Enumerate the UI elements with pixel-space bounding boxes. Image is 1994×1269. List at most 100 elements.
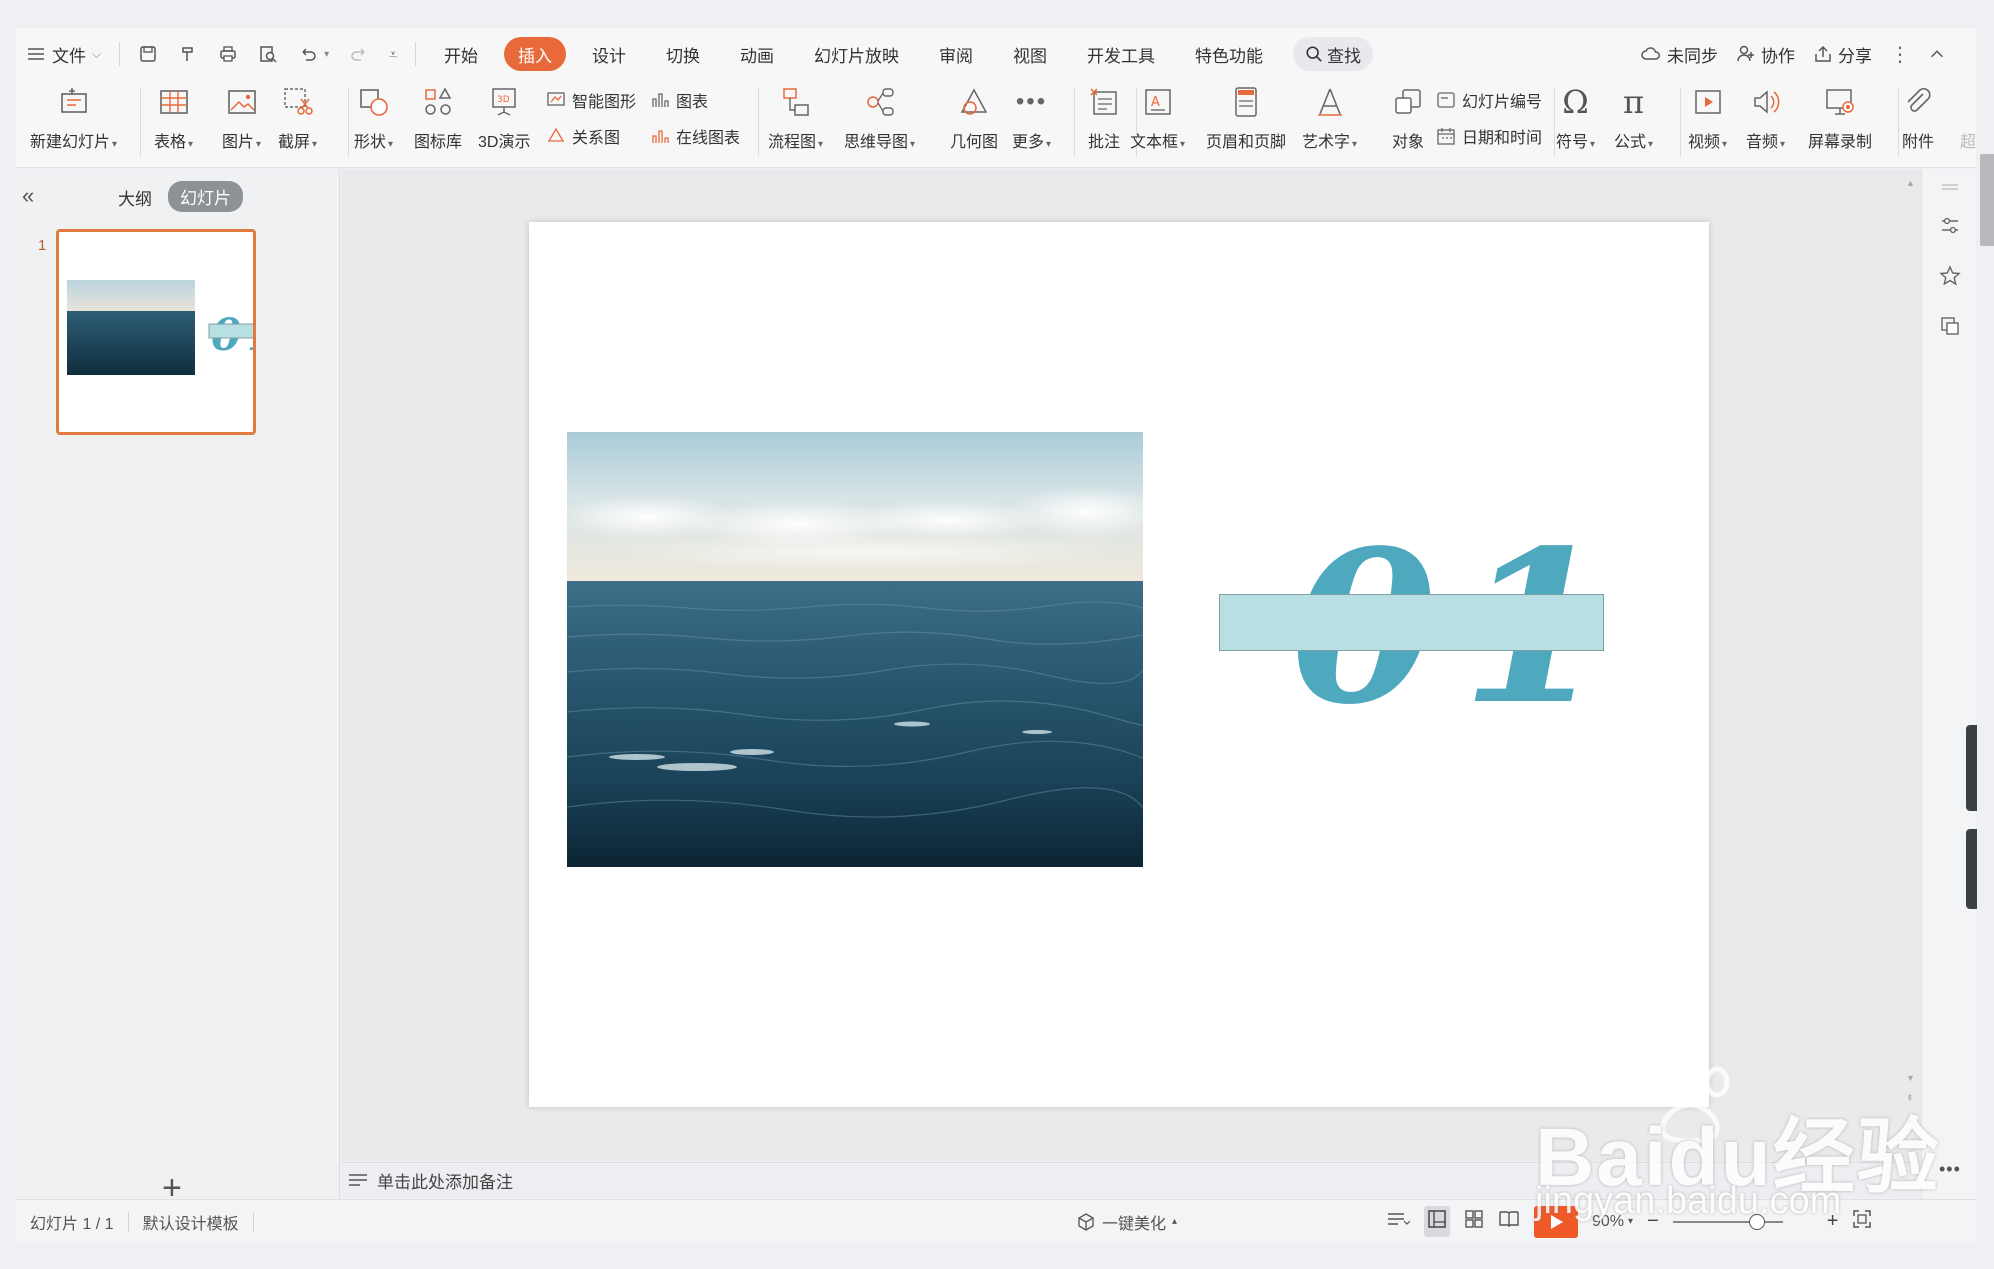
relation-chart-button[interactable]: 关系图 [546, 122, 620, 150]
star-icon[interactable] [1939, 265, 1961, 287]
tab-insert[interactable]: 插入 [504, 37, 567, 71]
tab-outline[interactable]: 大纲 [118, 185, 152, 210]
smart-art-button[interactable]: 智能图形 [546, 86, 636, 114]
tab-developer[interactable]: 开发工具 [1067, 37, 1175, 71]
new-slide-button[interactable]: 新建幻灯片 [30, 80, 117, 168]
more-options-button[interactable]: ⋮ [1890, 36, 1910, 72]
right-task-pane: ••• [1921, 169, 1977, 1199]
formula-button[interactable]: π 公式 [1614, 80, 1653, 168]
redo-button[interactable] [339, 36, 379, 72]
sync-status-button[interactable]: 未同步 [1640, 36, 1718, 72]
search-icon [1306, 46, 1322, 62]
side-handle[interactable] [1966, 829, 1977, 909]
tab-features[interactable]: 特色功能 [1175, 37, 1283, 71]
icon-library-button[interactable]: 图标库 [414, 80, 462, 168]
textbox-button[interactable]: A 文本框 [1130, 80, 1185, 168]
chevron-down-icon: ▾ [324, 48, 330, 60]
brush-icon [182, 47, 193, 61]
slide-number-button[interactable]: 幻灯片编号 [1436, 86, 1542, 114]
settings-sliders-icon[interactable] [1939, 215, 1961, 237]
object-button[interactable]: 对象 [1390, 80, 1426, 168]
screen-record-icon [1822, 84, 1858, 120]
geometry-button[interactable]: 几何图 [950, 80, 998, 168]
highlight-band-shape[interactable] [1219, 594, 1604, 651]
tab-design[interactable]: 设计 [572, 37, 646, 71]
notes-toggle-button[interactable] [1386, 1209, 1411, 1234]
format-painter-button[interactable] [168, 36, 208, 72]
picture-button[interactable]: 图片 [222, 80, 261, 168]
screen-record-button[interactable]: 屏幕录制 [1808, 80, 1872, 168]
tab-animation[interactable]: 动画 [720, 37, 794, 71]
tab-transition[interactable]: 切换 [646, 37, 720, 71]
print-button[interactable] [208, 36, 248, 72]
undo-button[interactable]: ▾ [288, 36, 339, 72]
preview-icon [260, 46, 277, 63]
screenshot-button[interactable]: 截屏 [278, 80, 317, 168]
audio-label: 音频 [1746, 128, 1785, 152]
normal-view-icon [1428, 1210, 1446, 1228]
vertical-scrollbar[interactable]: ▲ ▼ ⇞ ⇟ [1903, 178, 1915, 1158]
wordart-icon [1312, 84, 1348, 120]
shape-button[interactable]: 形状 [354, 80, 393, 168]
date-time-button[interactable]: 日期和时间 [1436, 122, 1542, 150]
slide-thumbnail[interactable]: 01 [56, 229, 256, 435]
3d-demo-button[interactable]: 3D 3D演示 [478, 80, 530, 168]
relation-icon [547, 127, 565, 142]
attachment-button[interactable]: 附件 [1900, 80, 1936, 168]
undo-icon [302, 48, 316, 61]
side-handle[interactable] [1966, 725, 1977, 811]
attachment-label: 附件 [1901, 134, 1934, 151]
cube-icon [1078, 1212, 1094, 1231]
svg-text:A: A [1151, 95, 1160, 110]
file-menu[interactable]: 文件 ⌵ [16, 36, 111, 72]
picture-icon [224, 84, 260, 120]
tab-review[interactable]: 审阅 [919, 37, 993, 71]
online-chart-icon [652, 130, 669, 143]
slide-sorter-button[interactable] [1464, 1209, 1484, 1234]
collapse-ribbon-button[interactable] [1928, 36, 1946, 72]
file-menu-label: 文件 [52, 46, 86, 66]
reading-view-button[interactable] [1498, 1209, 1520, 1234]
speaker-icon [1748, 84, 1784, 120]
wordart-button[interactable]: 艺术字 [1302, 80, 1357, 168]
header-footer-button[interactable]: 页眉和页脚 [1206, 80, 1286, 168]
symbol-button[interactable]: Ω 符号 [1556, 80, 1595, 168]
tab-home[interactable]: 开始 [424, 37, 498, 71]
smart-art-label: 智能图形 [572, 94, 637, 111]
wordart-label: 艺术字 [1302, 128, 1357, 152]
ribbon-scroll-thumb[interactable] [1980, 154, 1994, 246]
number-graphic[interactable]: 01 [1219, 522, 1607, 733]
normal-view-button[interactable] [1424, 1206, 1450, 1237]
table-button[interactable]: 表格 [154, 80, 193, 168]
collapse-panel-button[interactable]: « [22, 183, 34, 209]
search-button[interactable]: 查找 [1293, 37, 1374, 71]
hyperlink-label: 超 [1959, 134, 1976, 151]
audio-button[interactable]: 音频 [1746, 80, 1785, 168]
menu-lines-icon[interactable] [1939, 177, 1961, 199]
online-chart-button[interactable]: 在线图表 [650, 122, 740, 150]
tab-view[interactable]: 视图 [993, 37, 1067, 71]
one-click-beautify-button[interactable]: 一键美化 ▴ [1076, 1210, 1177, 1234]
share-button[interactable]: 分享 [1813, 36, 1872, 72]
divider [415, 42, 417, 66]
more-button[interactable]: ••• 更多 [1012, 80, 1051, 168]
online-chart-label: 在线图表 [676, 130, 741, 147]
collaborate-button[interactable]: 协作 [1736, 36, 1795, 72]
tab-slides[interactable]: 幻灯片 [168, 181, 243, 212]
video-button[interactable]: 视频 [1688, 80, 1727, 168]
pages-icon[interactable] [1939, 315, 1961, 337]
ocean-photo[interactable] [567, 432, 1143, 867]
customize-toolbar-button[interactable]: ⩡ [379, 36, 407, 72]
mindmap-button[interactable]: 思维导图 [844, 80, 915, 168]
chart-button[interactable]: 图表 [650, 86, 708, 114]
template-name[interactable]: 默认设计模板 [129, 1210, 253, 1234]
slide[interactable]: 01 [529, 222, 1709, 1107]
comment-button[interactable]: 批注 [1086, 80, 1122, 168]
flowchart-button[interactable]: 流程图 [768, 80, 823, 168]
omega-icon: Ω [1562, 83, 1589, 121]
slide-thumbnail-preview: 01 [67, 280, 253, 375]
tab-slideshow[interactable]: 幻灯片放映 [794, 37, 919, 71]
save-button[interactable] [128, 36, 168, 72]
print-preview-button[interactable] [248, 36, 288, 72]
caret-up-icon: ▴ [1172, 1216, 1178, 1227]
